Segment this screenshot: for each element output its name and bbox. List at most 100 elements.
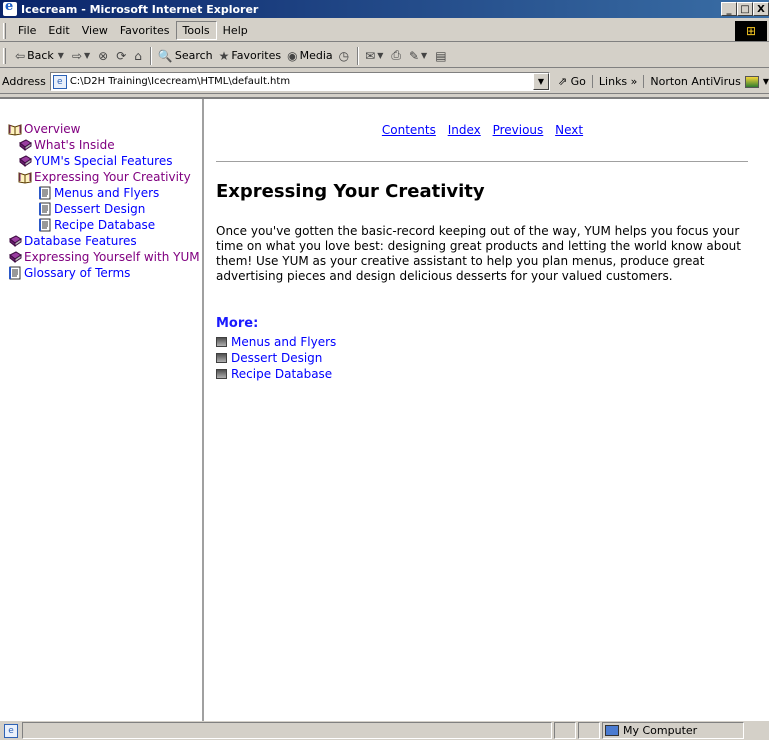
more-link-recipe-database[interactable]: Recipe Database xyxy=(231,366,332,382)
history-icon: ◷ xyxy=(338,48,350,63)
list-item: Menus and Flyers xyxy=(216,334,336,350)
toc-tree: Overview What's Inside YUM's Special Featu… xyxy=(0,99,202,281)
toc-item-label: Overview xyxy=(24,122,81,136)
forward-arrow-icon: ⇨ xyxy=(71,48,82,63)
edit-button[interactable]: ✎ ▼ xyxy=(406,46,432,66)
status-zone-pane: My Computer xyxy=(602,722,744,739)
discuss-button[interactable]: ▤ xyxy=(432,46,451,66)
toc-item-label: Menus and Flyers xyxy=(54,186,160,200)
forward-button[interactable]: ⇨ ▼ xyxy=(69,46,95,66)
media-button[interactable]: ◉ Media xyxy=(284,46,336,66)
go-arrow-icon: ⇗ xyxy=(557,75,568,88)
toc-item-label: Database Features xyxy=(24,234,137,248)
address-dropdown-icon[interactable]: ▼ xyxy=(532,73,549,90)
maximize-button[interactable]: □ xyxy=(737,2,753,16)
norton-dropdown-icon[interactable]: ▼ xyxy=(763,77,769,86)
address-input[interactable]: e C:\D2H Training\Icecream\HTML\default.… xyxy=(49,72,550,91)
status-bar: e My Computer xyxy=(0,721,769,740)
search-icon: 🔍 xyxy=(157,48,173,63)
search-button[interactable]: 🔍 Search xyxy=(155,46,216,66)
print-icon: ⎙ xyxy=(391,48,401,62)
menu-grip[interactable] xyxy=(3,22,6,39)
stop-button[interactable]: ⊗ xyxy=(95,46,113,66)
intro-paragraph: Once you've gotten the basic-record keep… xyxy=(216,224,741,283)
previous-link[interactable]: Previous xyxy=(493,123,544,137)
more-link-menus-and-flyers[interactable]: Menus and Flyers xyxy=(231,334,336,350)
toc-item-overview[interactable]: Overview xyxy=(8,121,202,137)
bullet-square-icon xyxy=(216,337,227,347)
title-bar[interactable]: Icecream - Microsoft Internet Explorer _… xyxy=(0,0,769,18)
status-security-pane xyxy=(578,722,600,739)
status-progress-pane xyxy=(554,722,576,739)
status-text-pane xyxy=(22,722,552,739)
menu-bar: File Edit View Favorites Tools Help ⊞ xyxy=(0,20,769,42)
open-book-icon xyxy=(18,170,32,184)
main-frame: Contents Index Previous Next Expressing … xyxy=(206,99,769,721)
toc-item-database-features[interactable]: Database Features xyxy=(8,233,202,249)
toc-item-yum-s-special-features[interactable]: YUM's Special Features xyxy=(8,153,202,169)
favorites-icon: ★ xyxy=(218,48,230,63)
menu-tools[interactable]: Tools xyxy=(175,21,217,40)
menu-help[interactable]: Help xyxy=(217,22,254,39)
edit-dropdown-icon[interactable]: ▼ xyxy=(421,51,427,60)
toc-item-dessert-design[interactable]: Dessert Design xyxy=(8,201,202,217)
menu-file[interactable]: File xyxy=(12,22,42,39)
toc-item-menus-and-flyers[interactable]: Menus and Flyers xyxy=(8,185,202,201)
home-icon: ⌂ xyxy=(134,48,142,63)
toc-item-label: YUM's Special Features xyxy=(34,154,173,168)
print-button[interactable]: ⎙ xyxy=(388,46,406,66)
minimize-button[interactable]: _ xyxy=(721,2,737,16)
address-label: Address xyxy=(2,75,46,88)
refresh-icon: ⟳ xyxy=(116,48,127,63)
refresh-button[interactable]: ⟳ xyxy=(113,46,131,66)
norton-antivirus-button[interactable]: Norton AntiVirus ▼ xyxy=(643,75,769,88)
page-icon xyxy=(8,266,22,280)
close-button[interactable]: X xyxy=(753,2,769,16)
windows-logo-icon: ⊞ xyxy=(735,21,767,41)
closed-book-icon xyxy=(8,250,22,264)
more-link-dessert-design[interactable]: Dessert Design xyxy=(231,350,322,366)
toc-item-expressing-your-creativity[interactable]: Expressing Your Creativity xyxy=(8,169,202,185)
menu-edit[interactable]: Edit xyxy=(42,22,75,39)
home-button[interactable]: ⌂ xyxy=(131,46,147,66)
index-link[interactable]: Index xyxy=(448,123,481,137)
list-item: Recipe Database xyxy=(216,366,336,382)
toc-item-what-s-inside[interactable]: What's Inside xyxy=(8,137,202,153)
toc-item-glossary-of-terms[interactable]: Glossary of Terms xyxy=(8,265,202,281)
closed-book-icon xyxy=(18,138,32,152)
links-button[interactable]: Links » xyxy=(591,75,637,88)
edit-icon: ✎ xyxy=(408,48,420,63)
menu-favorites[interactable]: Favorites xyxy=(114,22,176,39)
favorites-button[interactable]: ★ Favorites xyxy=(216,46,284,66)
open-book-icon xyxy=(8,122,22,136)
back-button[interactable]: ⇦ Back ▼ xyxy=(12,46,69,66)
browser-content: Overview What's Inside YUM's Special Featu… xyxy=(0,97,769,721)
mail-button[interactable]: ✉ ▼ xyxy=(362,46,388,66)
toc-item-expressing-yourself-with-yum[interactable]: Expressing Yourself with YUM xyxy=(8,249,202,265)
my-computer-icon xyxy=(605,725,619,736)
back-dropdown-icon[interactable]: ▼ xyxy=(58,51,64,60)
standard-toolbar: ⇦ Back ▼ ⇨ ▼ ⊗ ⟳ ⌂ 🔍 Search ★ Favorites … xyxy=(0,44,769,68)
toc-item-label: Expressing Your Creativity xyxy=(34,170,191,184)
forward-dropdown-icon[interactable]: ▼ xyxy=(84,51,90,60)
bullet-square-icon xyxy=(216,369,227,379)
stop-icon: ⊗ xyxy=(98,48,109,63)
closed-book-icon xyxy=(8,234,22,248)
page-icon xyxy=(38,202,52,216)
menu-view[interactable]: View xyxy=(76,22,114,39)
page-title: Expressing Your Creativity xyxy=(216,181,485,202)
next-link[interactable]: Next xyxy=(555,123,583,137)
toc-item-label: Expressing Yourself with YUM xyxy=(24,250,200,264)
bullet-square-icon xyxy=(216,353,227,363)
ie-app-icon[interactable] xyxy=(3,0,17,16)
go-button[interactable]: ⇗ Go xyxy=(558,75,586,88)
history-button[interactable]: ◷ xyxy=(336,46,354,66)
toc-item-recipe-database[interactable]: Recipe Database xyxy=(8,217,202,233)
norton-icon xyxy=(744,75,759,88)
closed-book-icon xyxy=(18,154,32,168)
mail-dropdown-icon[interactable]: ▼ xyxy=(377,51,383,60)
toc-item-label: Glossary of Terms xyxy=(24,266,131,280)
toolbar-grip[interactable] xyxy=(3,47,6,64)
discuss-icon: ▤ xyxy=(435,48,447,63)
contents-link[interactable]: Contents xyxy=(382,123,436,137)
